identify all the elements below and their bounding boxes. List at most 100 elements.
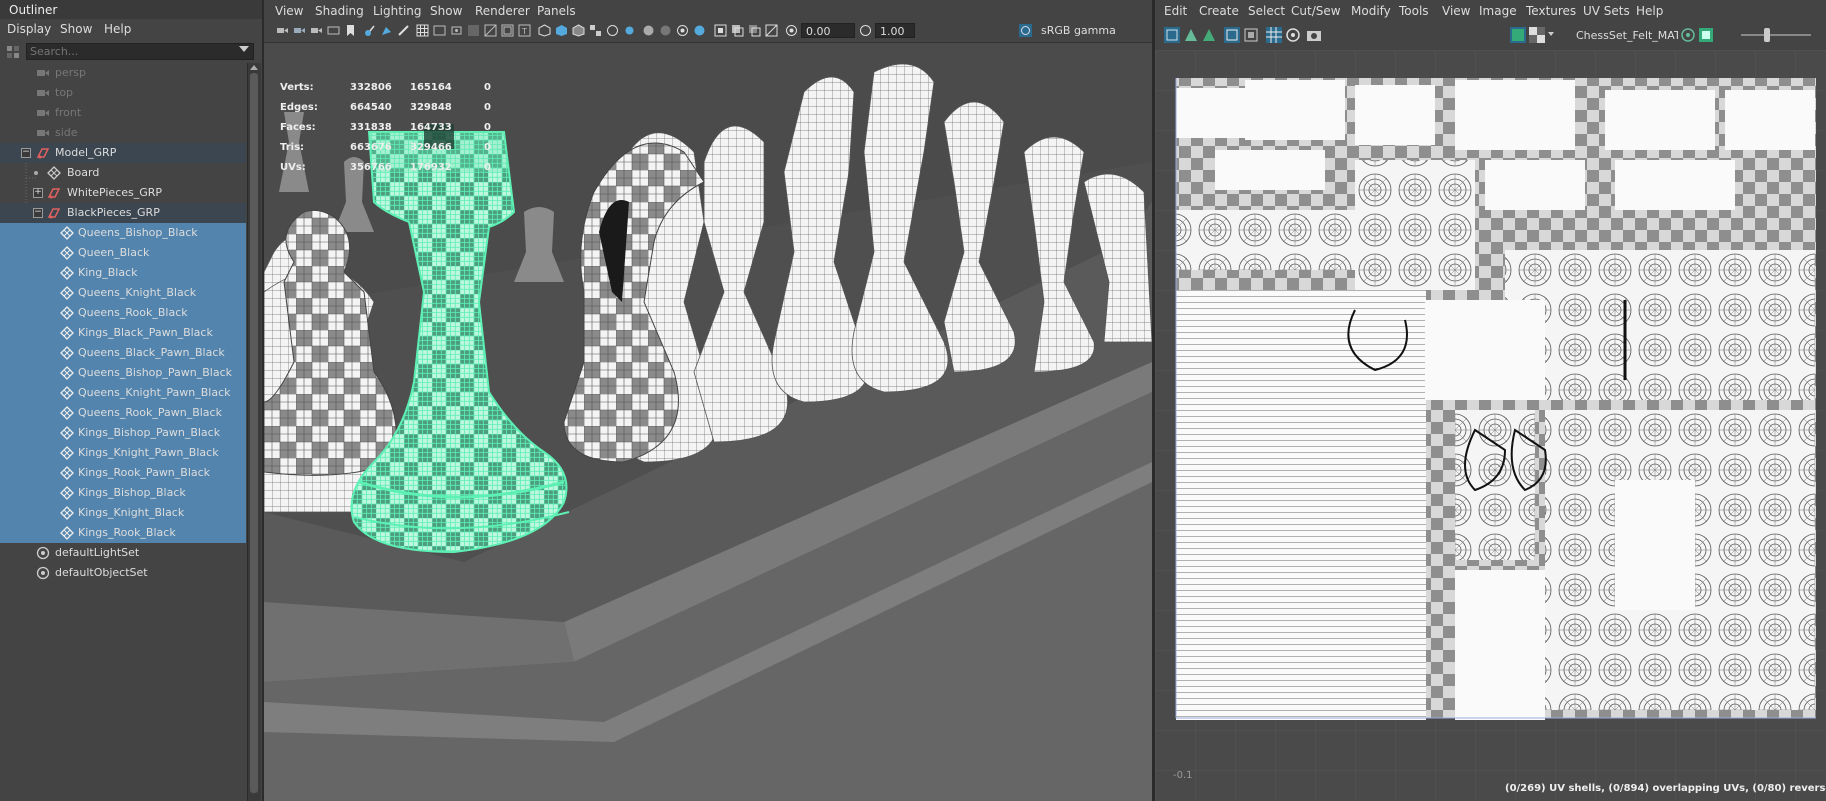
safe-action-icon[interactable] bbox=[501, 24, 514, 37]
expand-toggle[interactable]: + bbox=[33, 188, 43, 198]
outliner-item-persp[interactable]: persp bbox=[0, 63, 246, 83]
exposure-field[interactable]: 0.00 bbox=[801, 23, 855, 38]
lights-icon[interactable] bbox=[606, 24, 619, 37]
menu-image[interactable]: Image bbox=[1479, 4, 1517, 18]
chevron-down-icon[interactable] bbox=[239, 46, 249, 52]
menu-panels[interactable]: Panels bbox=[537, 4, 576, 18]
3d-scene-view[interactable]: Verts: 332806 165164 0 Edges: 664540 329… bbox=[264, 42, 1152, 801]
image-plane-icon[interactable] bbox=[327, 24, 340, 37]
menu-uv-sets[interactable]: UV Sets bbox=[1583, 4, 1630, 18]
collapse-toggle[interactable]: − bbox=[33, 208, 43, 218]
menu-show[interactable]: Show bbox=[60, 22, 92, 36]
uv-grid-view[interactable]: -0.1 bbox=[1155, 50, 1826, 801]
outliner-item-queens-knight-pawn-black[interactable]: Queens_Knight_Pawn_Black bbox=[0, 383, 246, 403]
xray-joints-icon[interactable] bbox=[765, 24, 778, 37]
outliner-item-top[interactable]: top bbox=[0, 83, 246, 103]
uv-distortion-icon[interactable] bbox=[1201, 27, 1217, 43]
menu-view[interactable]: View bbox=[1442, 4, 1470, 18]
gamma-icon[interactable] bbox=[859, 24, 872, 37]
2d-pan-zoom-icon[interactable] bbox=[363, 24, 376, 37]
film-gate-icon[interactable] bbox=[433, 24, 446, 37]
menu-textures[interactable]: Textures bbox=[1526, 4, 1576, 18]
depth-of-field-icon[interactable] bbox=[693, 24, 706, 37]
outliner-item-kings-rook-pawn-black[interactable]: Kings_Rook_Pawn_Black bbox=[0, 463, 246, 483]
wireframe-on-shaded-icon[interactable] bbox=[572, 24, 585, 37]
isolate-select-icon[interactable] bbox=[714, 24, 727, 37]
color-management-icon[interactable] bbox=[1019, 24, 1032, 37]
bookmarks-icon[interactable] bbox=[310, 24, 323, 37]
outliner-item-queens-rook-pawn-black[interactable]: Queens_Rook_Pawn_Black bbox=[0, 403, 246, 423]
outliner-item-kings-bishop-pawn-black[interactable]: Kings_Bishop_Pawn_Black bbox=[0, 423, 246, 443]
texture-name-label[interactable]: ChessSet_Felt_MAT_Di bbox=[1576, 29, 1678, 42]
gamma-field[interactable]: 1.00 bbox=[875, 23, 915, 38]
grid-icon[interactable] bbox=[416, 24, 429, 37]
screen-space-ao-icon[interactable] bbox=[642, 24, 655, 37]
outliner-item-queens-bishop-black[interactable]: Queens_Bishop_Black bbox=[0, 223, 246, 243]
outliner-item-model-grp[interactable]: − Model_GRP bbox=[0, 143, 246, 163]
menu-select[interactable]: Select bbox=[1248, 4, 1285, 18]
outliner-item-queens-knight-black[interactable]: Queens_Knight_Black bbox=[0, 283, 246, 303]
outliner-scrollbar[interactable] bbox=[247, 63, 261, 801]
menu-view[interactable]: View bbox=[275, 4, 303, 18]
menu-create[interactable]: Create bbox=[1199, 4, 1239, 18]
outliner-item-kings-knight-pawn-black[interactable]: Kings_Knight_Pawn_Black bbox=[0, 443, 246, 463]
motion-blur-icon[interactable] bbox=[659, 24, 672, 37]
outliner-item-blackpieces-grp[interactable]: − BlackPieces_GRP bbox=[0, 203, 246, 223]
move-tool-icon[interactable] bbox=[380, 24, 393, 37]
outliner-item-king-black[interactable]: King_Black bbox=[0, 263, 246, 283]
uv-grid-icon[interactable] bbox=[1266, 27, 1282, 43]
outliner-item-kings-black-pawn-black[interactable]: Kings_Black_Pawn_Black bbox=[0, 323, 246, 343]
search-input[interactable] bbox=[26, 43, 254, 60]
outliner-item-defaultobjectset[interactable]: defaultObjectSet bbox=[0, 563, 246, 583]
smooth-shade-icon[interactable] bbox=[555, 24, 568, 37]
outliner-item-kings-knight-black[interactable]: Kings_Knight_Black bbox=[0, 503, 246, 523]
menu-show[interactable]: Show bbox=[430, 4, 462, 18]
outliner-item-kings-rook-black[interactable]: Kings_Rook_Black bbox=[0, 523, 246, 543]
shadows-icon[interactable] bbox=[623, 24, 636, 37]
anti-aliasing-icon[interactable] bbox=[676, 24, 689, 37]
checker-tiles-icon[interactable] bbox=[1529, 27, 1545, 43]
outliner-item-board[interactable]: Board bbox=[0, 163, 246, 183]
scrollbar-thumb[interactable] bbox=[250, 73, 258, 793]
collapse-toggle[interactable]: − bbox=[21, 148, 31, 158]
textured-icon[interactable] bbox=[589, 24, 602, 37]
menu-display[interactable]: Display bbox=[7, 22, 51, 36]
field-chart-icon[interactable] bbox=[484, 24, 497, 37]
menu-help[interactable]: Help bbox=[1636, 4, 1663, 18]
chevron-down-icon[interactable] bbox=[1548, 32, 1554, 36]
texture-image-icon[interactable] bbox=[1698, 27, 1714, 43]
outliner-item-queens-bishop-pawn-black[interactable]: Queens_Bishop_Pawn_Black bbox=[0, 363, 246, 383]
outliner-item-front[interactable]: front bbox=[0, 103, 246, 123]
sculpt-brush-icon[interactable] bbox=[397, 24, 410, 37]
outliner-item-whitepieces-grp[interactable]: + WhitePieces_GRP bbox=[0, 183, 246, 203]
exposure-icon[interactable] bbox=[785, 24, 798, 37]
texture-brightness-slider[interactable] bbox=[1741, 34, 1811, 36]
menu-renderer[interactable]: Renderer bbox=[475, 4, 530, 18]
xray-icon[interactable] bbox=[731, 24, 744, 37]
menu-modify[interactable]: Modify bbox=[1351, 4, 1391, 18]
color-space-label[interactable]: sRGB gamma bbox=[1041, 24, 1116, 37]
outliner-item-kings-bishop-black[interactable]: Kings_Bishop_Black bbox=[0, 483, 246, 503]
menu-shading[interactable]: Shading bbox=[315, 4, 364, 18]
outliner-item-side[interactable]: side bbox=[0, 123, 246, 143]
xray-active-components-icon[interactable] bbox=[748, 24, 761, 37]
grease-pencil-icon[interactable] bbox=[344, 24, 357, 37]
select-camera-icon[interactable] bbox=[276, 24, 289, 37]
checker-display-icon[interactable] bbox=[1510, 27, 1526, 43]
texture-settings-icon[interactable] bbox=[1680, 27, 1696, 43]
menu-lighting[interactable]: Lighting bbox=[373, 4, 422, 18]
menu-cut-sew[interactable]: Cut/Sew bbox=[1291, 4, 1341, 18]
dim-image-icon[interactable] bbox=[1243, 27, 1259, 43]
pixel-snap-icon[interactable] bbox=[1285, 27, 1301, 43]
search-filter-icon[interactable] bbox=[5, 44, 21, 60]
camera-attributes-icon[interactable] bbox=[293, 24, 306, 37]
uv-snapshot-camera-icon[interactable] bbox=[1306, 27, 1322, 43]
menu-help[interactable]: Help bbox=[104, 22, 131, 36]
scroll-up-icon[interactable] bbox=[250, 65, 258, 70]
outliner-item-queens-rook-black[interactable]: Queens_Rook_Black bbox=[0, 303, 246, 323]
uv-snapshot-grid-icon[interactable] bbox=[1164, 27, 1180, 43]
outliner-item-queen-black[interactable]: Queen_Black bbox=[0, 243, 246, 263]
menu-edit[interactable]: Edit bbox=[1164, 4, 1187, 18]
outliner-item-defaultlightset[interactable]: defaultLightSet bbox=[0, 543, 246, 563]
display-image-icon[interactable] bbox=[1224, 27, 1240, 43]
